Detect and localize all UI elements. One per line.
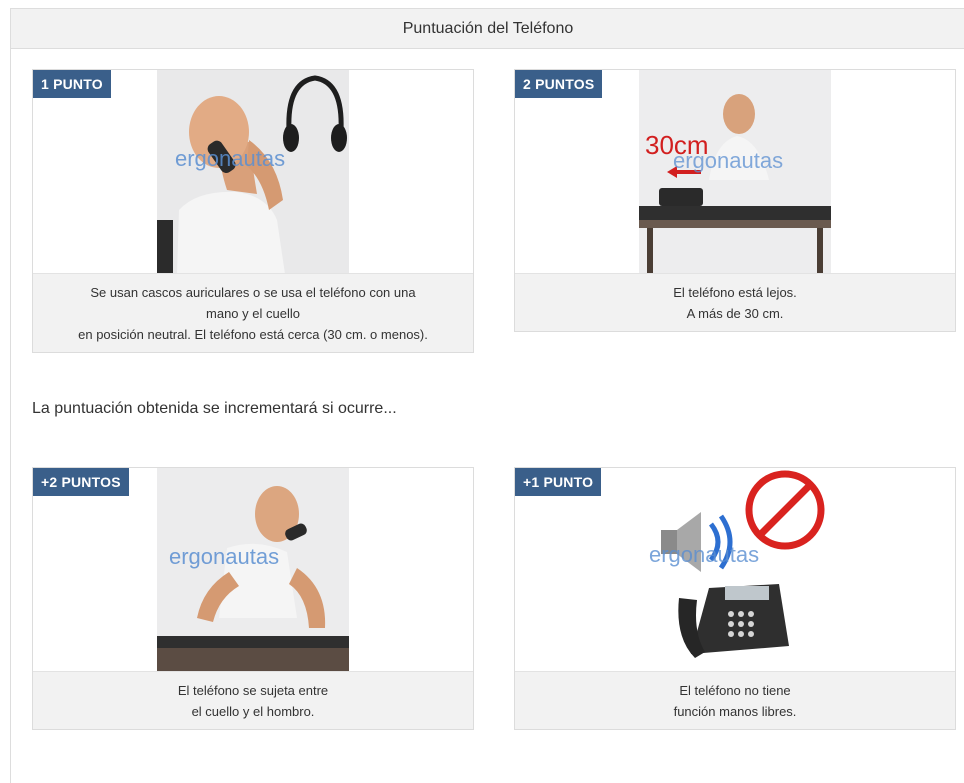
person-far-phone-image: 30cm ergonautas xyxy=(639,70,831,273)
no-handsfree-illustration: ergonautas +1 PUNTO xyxy=(515,468,955,672)
caption-line: A más de 30 cm. xyxy=(686,306,784,321)
score-card-2-points: 30cm ergonautas 2 PUNTOS El teléfono est… xyxy=(514,69,956,332)
increase-note: La puntuación obtenida se incrementará s… xyxy=(32,400,397,417)
far-phone-illustration: 30cm ergonautas 2 PUNTOS xyxy=(515,70,955,274)
caption-line: El teléfono está lejos. xyxy=(673,285,797,300)
card-caption: El teléfono está lejos. A más de 30 cm. xyxy=(515,274,955,331)
caption-line: en posición neutral. El teléfono está ce… xyxy=(78,327,428,342)
person-on-phone-image: ergonautas xyxy=(157,70,349,273)
score-card-plus-1-point: ergonautas +1 PUNTO El teléfono no tiene… xyxy=(514,467,956,730)
score-badge: 2 PUNTOS xyxy=(515,70,603,98)
score-badge: +2 PUNTOS xyxy=(33,468,129,496)
svg-text:ergonautas: ergonautas xyxy=(673,148,783,173)
card-caption: Se usan cascos auriculares o se usa el t… xyxy=(33,274,473,352)
caption-line: Se usan cascos auriculares o se usa el t… xyxy=(90,285,416,300)
card-caption: El teléfono no tiene función manos libre… xyxy=(515,672,955,729)
desk-phone-no-speaker-image: ergonautas xyxy=(639,468,831,671)
caption-line: función manos libres. xyxy=(673,704,797,719)
headset-illustration: ergonautas 1 PUNTO xyxy=(33,70,473,274)
caption-line: mano y el cuello xyxy=(206,306,300,321)
score-card-plus-2-points: ergonautas +2 PUNTOS El teléfono se suje… xyxy=(32,467,474,730)
caption-line: El teléfono no tiene xyxy=(679,683,791,698)
score-badge: 1 PUNTO xyxy=(33,70,111,98)
panel-title: Puntuación del Teléfono xyxy=(11,9,964,49)
person-neck-phone-image: ergonautas xyxy=(157,468,349,671)
card-caption: El teléfono se sujeta entre el cuello y … xyxy=(33,672,473,729)
svg-text:ergonautas: ergonautas xyxy=(175,146,285,171)
score-card-1-point: ergonautas 1 PUNTO Se usan cascos auricu… xyxy=(32,69,474,353)
caption-line: el cuello y el hombro. xyxy=(191,704,315,719)
caption-line: El teléfono se sujeta entre xyxy=(177,683,329,698)
svg-text:ergonautas: ergonautas xyxy=(649,542,759,567)
score-badge: +1 PUNTO xyxy=(515,468,602,496)
svg-text:ergonautas: ergonautas xyxy=(169,544,279,569)
neck-shoulder-illustration: ergonautas +2 PUNTOS xyxy=(33,468,473,672)
